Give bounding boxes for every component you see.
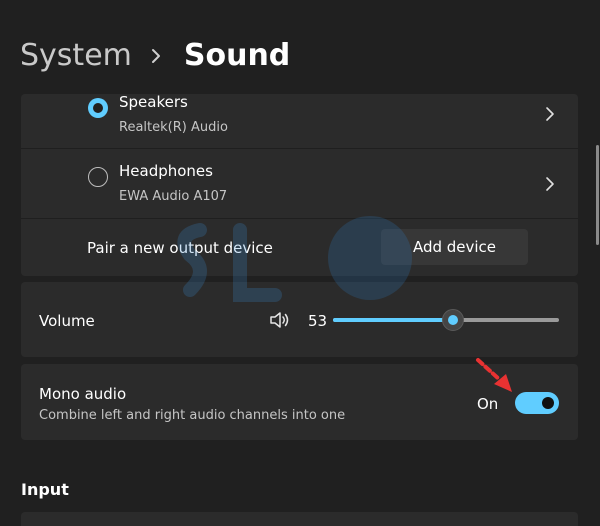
radio-unselected-icon[interactable] [88,167,108,187]
breadcrumb-chevron-icon [142,41,172,71]
toggle-knob [542,397,554,409]
volume-label: Volume [39,312,95,330]
mono-audio-title: Mono audio [39,385,127,403]
annotation-arrow-icon [476,358,512,392]
watermark-logo-icon [177,216,412,302]
mono-audio-state-label: On [477,395,499,413]
chevron-right-icon[interactable] [544,106,556,122]
device-row-headphones[interactable]: Headphones EWA Audio A107 [21,149,578,218]
device-detail: EWA Audio A107 [119,189,228,204]
device-name: Speakers [119,93,188,111]
mono-audio-description: Combine left and right audio channels in… [39,408,346,423]
mono-audio-toggle[interactable] [515,392,559,414]
chevron-right-icon[interactable] [544,176,556,192]
device-name: Headphones [119,162,213,180]
scrollbar[interactable] [596,145,599,245]
slider-thumb[interactable] [442,309,464,331]
input-section-heading: Input [21,480,69,499]
device-row-speakers[interactable]: Speakers Realtek(R) Audio [21,93,578,148]
breadcrumb: System Sound [20,38,290,73]
device-detail: Realtek(R) Audio [119,120,228,135]
breadcrumb-system-link[interactable]: System [20,38,132,73]
page-title: Sound [183,38,291,73]
radio-selected-icon[interactable] [88,98,108,118]
